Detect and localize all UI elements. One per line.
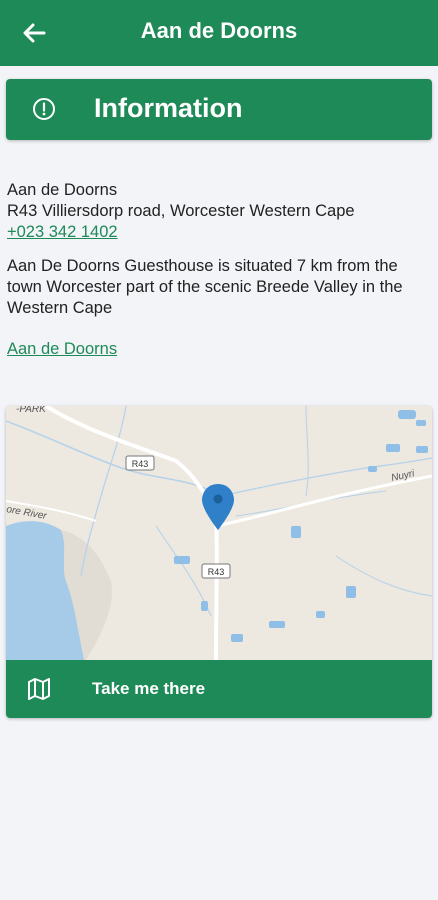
map-view[interactable]: R43 R43 -PARK ore River Nuyri xyxy=(6,406,432,660)
app-bar: Aan de Doorns xyxy=(0,0,438,66)
address-text: R43 Villiersdorp road, Worcester Western… xyxy=(7,202,355,220)
road-label-top: R43 xyxy=(132,459,149,469)
take-me-there-button[interactable]: Take me there xyxy=(6,660,432,718)
website-link[interactable]: Aan de Doorns xyxy=(7,339,117,360)
page-title: Aan de Doorns xyxy=(140,18,298,43)
information-label: Information xyxy=(94,93,243,123)
place-label-park: -PARK xyxy=(16,406,47,415)
map-card: R43 R43 -PARK ore River Nuyri Take me th… xyxy=(6,406,432,718)
info-circle-icon xyxy=(32,97,56,121)
take-me-there-label: Take me there xyxy=(92,679,206,698)
details-section: Aan de Doorns R43 Villiersdorp road, Wor… xyxy=(7,180,427,360)
business-name: Aan de Doorns xyxy=(7,181,118,199)
phone-link[interactable]: +023 342 1402 xyxy=(7,222,427,243)
map-icon xyxy=(26,676,52,702)
information-header: Information xyxy=(6,79,432,140)
road-label-bottom: R43 xyxy=(208,567,225,577)
description-text: Aan De Doorns Guesthouse is situated 7 k… xyxy=(7,257,403,317)
arrow-left-icon[interactable] xyxy=(20,19,48,47)
